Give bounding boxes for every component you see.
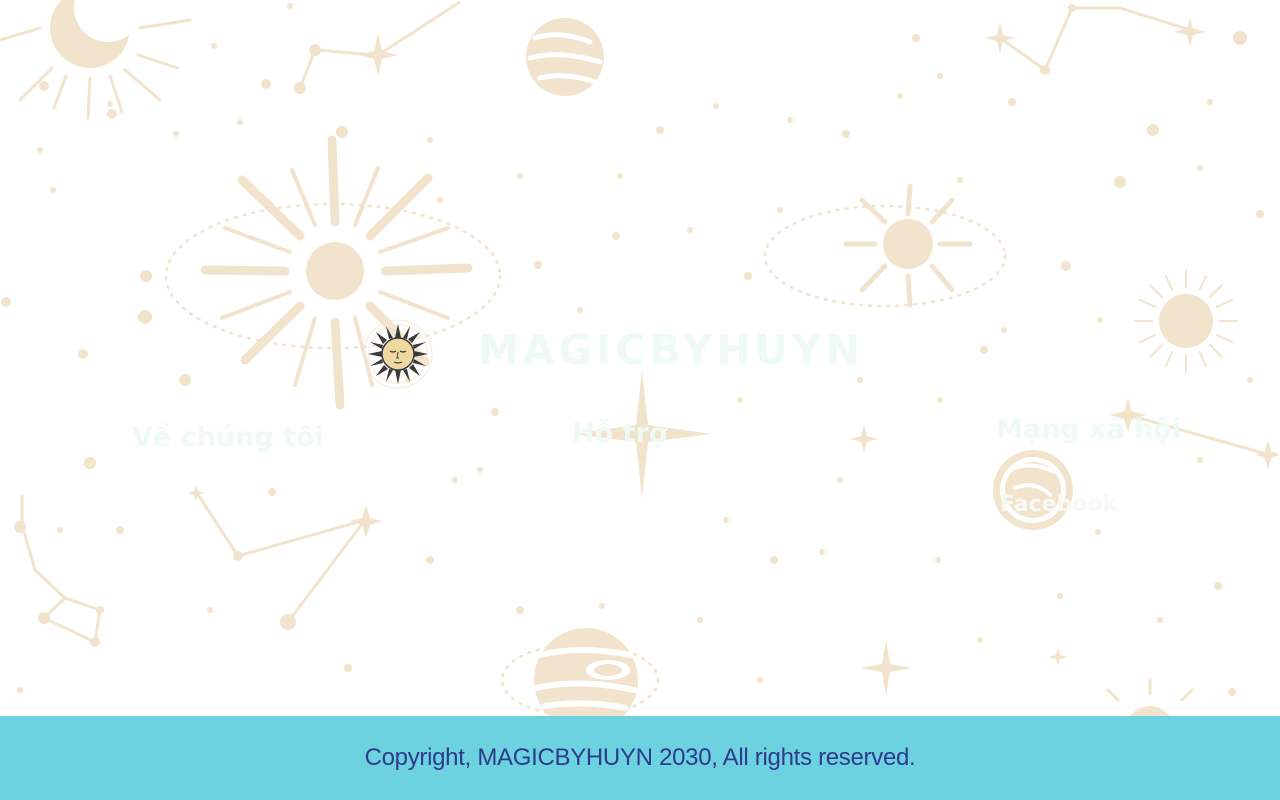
- social-media-heading: Mạng xã hội: [996, 414, 1182, 445]
- sun-icon: [164, 126, 502, 410]
- planet-icon-bottom: [500, 628, 660, 716]
- copyright-text: Copyright, MAGICBYHUYN 2030, All rights …: [364, 744, 916, 771]
- about-us-heading: Về chúng tôi: [132, 422, 324, 453]
- radiant-sun-icon: [1134, 269, 1238, 373]
- planet-icon-top: [526, 18, 604, 96]
- brand-name[interactable]: MAGICBYHUYN: [478, 326, 860, 374]
- sun-face-logo-icon[interactable]: [362, 318, 434, 390]
- footer: Copyright, MAGICBYHUYN 2030, All rights …: [0, 716, 1280, 800]
- sun-icon-small: [763, 183, 1007, 308]
- facebook-link[interactable]: Facebook: [1000, 490, 1117, 520]
- crescent-sun-icon: [0, 0, 192, 120]
- sun-icon-partial: [1106, 678, 1194, 716]
- support-heading: Hỗ trợ: [572, 418, 668, 449]
